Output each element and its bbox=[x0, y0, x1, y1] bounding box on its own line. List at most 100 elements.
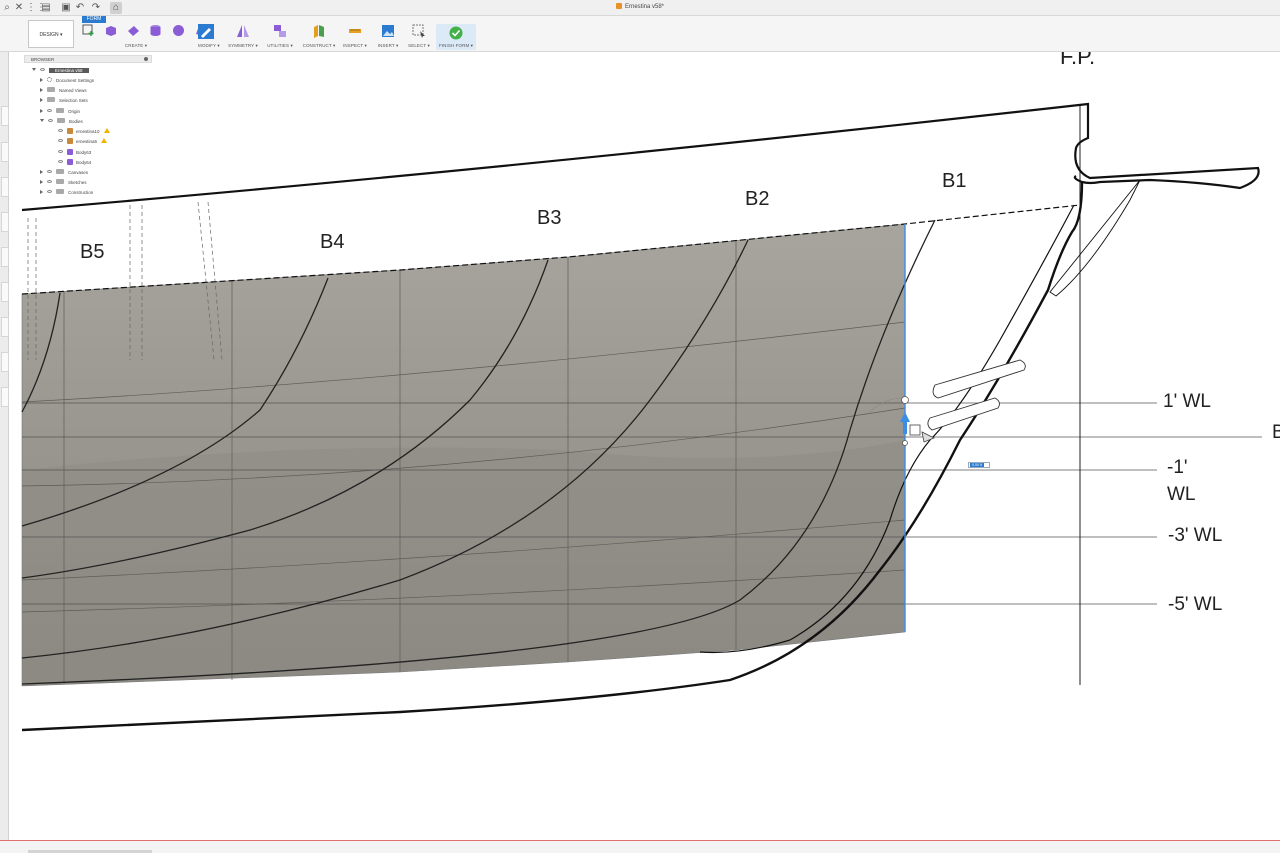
form-body-icon bbox=[67, 149, 73, 155]
wl-minus3-label: -3' WL bbox=[1168, 525, 1222, 546]
document-title: Ernestina v58* bbox=[0, 3, 1280, 10]
left-rail bbox=[0, 52, 9, 853]
inspect-group[interactable]: INSPECT ▾ bbox=[343, 24, 367, 48]
construct-group[interactable]: CONSTRUCT ▾ bbox=[302, 24, 336, 48]
folder-icon bbox=[47, 97, 55, 102]
cylinder-icon[interactable] bbox=[149, 24, 162, 37]
tree-item-origin[interactable]: Origin bbox=[40, 107, 80, 116]
visibility-icon[interactable] bbox=[47, 180, 52, 183]
visibility-icon[interactable] bbox=[47, 190, 52, 193]
warning-icon bbox=[101, 138, 108, 143]
finish-form-button[interactable]: FINISH FORM ▾ bbox=[436, 24, 476, 50]
check-icon bbox=[449, 26, 463, 40]
tree-item-construction[interactable]: Construction bbox=[40, 188, 93, 197]
browser-panel: BROWSER Ernestina v58 Document Settings … bbox=[24, 55, 152, 201]
wl-1-label: 1' WL bbox=[1163, 391, 1211, 412]
rail-slot[interactable] bbox=[1, 247, 9, 267]
collapse-icon[interactable] bbox=[32, 68, 36, 71]
b2-label: B2 bbox=[745, 188, 769, 210]
tree-item-sketches[interactable]: Sketches bbox=[40, 178, 87, 187]
b3-label: B3 bbox=[537, 207, 561, 229]
rail-slot[interactable] bbox=[1, 317, 9, 337]
sheer-line bbox=[21, 102, 1260, 212]
edge-b-label: B bbox=[1272, 422, 1280, 443]
modify-group[interactable]: MODIFY ▾ bbox=[198, 24, 220, 48]
tree-item-bodies[interactable]: Bodies bbox=[40, 117, 83, 126]
collapse-icon[interactable] bbox=[40, 119, 44, 122]
box-plus-icon[interactable] bbox=[82, 24, 95, 37]
tree-item-body[interactable]: Body64 bbox=[58, 158, 91, 167]
body-icon bbox=[67, 128, 73, 134]
b1-label: B1 bbox=[942, 170, 966, 192]
expand-icon[interactable] bbox=[40, 98, 43, 102]
create-group[interactable]: CREATE ▾ bbox=[82, 24, 206, 48]
wl-minus5-label: -5' WL bbox=[1168, 594, 1222, 615]
expand-icon[interactable] bbox=[40, 88, 43, 92]
select-group[interactable]: SELECT ▾ bbox=[407, 24, 431, 48]
visibility-icon[interactable] bbox=[47, 109, 52, 112]
expand-icon[interactable] bbox=[40, 78, 43, 82]
rail-slot[interactable] bbox=[1, 282, 9, 302]
expand-icon[interactable] bbox=[40, 180, 43, 184]
visibility-icon[interactable] bbox=[58, 129, 63, 132]
utilities-icon[interactable] bbox=[273, 24, 287, 38]
tree-root[interactable]: Ernestina v58 bbox=[32, 66, 89, 75]
symmetry-group[interactable]: SYMMETRY ▾ bbox=[228, 24, 258, 48]
expand-icon[interactable] bbox=[40, 190, 43, 194]
wl-minus1-label: -1' bbox=[1167, 457, 1188, 478]
tree-item-body[interactable]: ernestina10 bbox=[58, 127, 110, 136]
tree-item-body[interactable]: ernestina5 bbox=[58, 137, 108, 146]
visibility-icon[interactable] bbox=[40, 68, 45, 71]
body-icon bbox=[67, 138, 73, 144]
box-icon[interactable] bbox=[104, 24, 117, 37]
folder-icon bbox=[57, 118, 65, 123]
bottom-bar bbox=[0, 840, 1280, 853]
workspace-switcher[interactable]: DESIGN ▾ bbox=[28, 20, 74, 48]
construct-plane-icon[interactable] bbox=[312, 24, 326, 38]
edit-form-icon[interactable] bbox=[198, 24, 214, 39]
rail-slot[interactable] bbox=[1, 387, 9, 407]
visibility-icon[interactable] bbox=[47, 170, 52, 173]
utilities-group[interactable]: UTILITIES ▾ bbox=[266, 24, 294, 48]
form-body-icon bbox=[67, 159, 73, 165]
rail-slot[interactable] bbox=[1, 212, 9, 232]
symmetry-icon[interactable] bbox=[236, 24, 250, 38]
sphere-icon[interactable] bbox=[172, 24, 185, 37]
tree-item-body[interactable]: Body63 bbox=[58, 148, 91, 157]
measure-icon[interactable] bbox=[348, 24, 362, 38]
fp-label: F.P. bbox=[1060, 52, 1095, 69]
select-icon[interactable] bbox=[412, 24, 426, 38]
visibility-icon[interactable] bbox=[58, 139, 63, 142]
visibility-icon[interactable] bbox=[48, 119, 53, 122]
rail-slot[interactable] bbox=[1, 142, 9, 162]
title-bar: ⌕ ✕ ⋮⋮ ▤ ▣ ↶ ↷ ⌂ Ernestina v58* bbox=[0, 0, 1280, 16]
folder-icon bbox=[56, 189, 64, 194]
tab-form[interactable]: FORM bbox=[82, 16, 106, 23]
hull-drawing: F.P. B1 B2 B3 B4 B5 1' WL -1' WL -3' WL … bbox=[21, 52, 1280, 732]
model-canvas[interactable]: F.P. B1 B2 B3 B4 B5 1' WL -1' WL -3' WL … bbox=[9, 52, 1280, 840]
rail-slot[interactable] bbox=[1, 177, 9, 197]
tree-item-canvases[interactable]: Canvases bbox=[40, 168, 88, 177]
navigation-toolbar[interactable] bbox=[708, 849, 771, 853]
insert-image-icon[interactable] bbox=[381, 24, 395, 38]
rail-slot[interactable] bbox=[1, 106, 9, 126]
plane-icon[interactable] bbox=[127, 24, 140, 37]
visibility-icon[interactable] bbox=[58, 160, 63, 163]
wl-minus1-label-wl: WL bbox=[1167, 484, 1196, 505]
folder-icon bbox=[56, 179, 64, 184]
tree-item-document-settings[interactable]: Document Settings bbox=[40, 76, 94, 85]
warning-icon bbox=[103, 128, 110, 133]
browser-header[interactable]: BROWSER bbox=[24, 55, 152, 63]
dimension-field[interactable]: 0.00 ft bbox=[968, 462, 990, 468]
expand-icon[interactable] bbox=[40, 109, 43, 113]
pin-icon[interactable] bbox=[144, 57, 148, 61]
tree-item-named-views[interactable]: Named Views bbox=[40, 86, 87, 95]
rail-slot[interactable] bbox=[1, 352, 9, 372]
insert-group[interactable]: INSERT ▾ bbox=[376, 24, 400, 48]
toolbar: DESIGN ▾ FORM CREATE ▾ MODIFY ▾ SYMMETRY… bbox=[0, 16, 1280, 52]
expand-icon[interactable] bbox=[40, 170, 43, 174]
visibility-icon[interactable] bbox=[58, 150, 63, 153]
tree-item-selection-sets[interactable]: Selection Sets bbox=[40, 96, 88, 105]
folder-icon bbox=[56, 108, 64, 113]
dimension-input[interactable]: 0.00 ft bbox=[962, 461, 1012, 469]
